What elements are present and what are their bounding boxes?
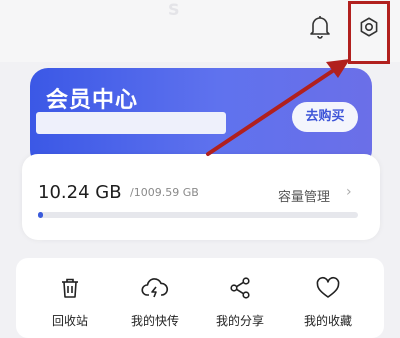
heart-icon bbox=[316, 276, 340, 298]
tool-label: 我的收藏 bbox=[303, 314, 352, 328]
share-icon bbox=[230, 277, 250, 299]
annotation-highlight-box bbox=[348, 1, 390, 64]
tool-my-share[interactable]: 我的分享 bbox=[210, 276, 270, 329]
storage-progress-fill bbox=[38, 212, 43, 218]
storage-total: /1009.59 GB bbox=[130, 186, 199, 199]
vip-subtitle-blurred bbox=[36, 112, 226, 134]
bell-icon[interactable] bbox=[308, 14, 332, 40]
vip-center-card[interactable]: 会员中心 去购买 bbox=[30, 68, 372, 168]
tool-label: 我的分享 bbox=[215, 314, 264, 328]
cloud-transfer-icon bbox=[141, 278, 169, 298]
tool-quick-transfer[interactable]: 我的快传 bbox=[125, 276, 185, 329]
storage-progress-bar bbox=[38, 212, 358, 218]
tool-my-favorites[interactable]: 我的收藏 bbox=[298, 276, 358, 329]
capacity-manage-link[interactable]: 容量管理 bbox=[278, 186, 330, 205]
tool-recycle-bin[interactable]: 回收站 bbox=[40, 276, 100, 329]
tool-label: 我的快传 bbox=[130, 314, 179, 328]
vip-title: 会员中心 bbox=[46, 88, 139, 113]
top-bar: S bbox=[0, 0, 400, 62]
chevron-right-icon: › bbox=[346, 184, 352, 200]
tools-row: 回收站 我的快传 我的分享 我的收藏 bbox=[16, 258, 384, 338]
buy-button[interactable]: 去购买 bbox=[292, 102, 358, 132]
tool-label: 回收站 bbox=[51, 314, 88, 328]
page-title: S bbox=[168, 0, 181, 19]
trash-icon bbox=[62, 278, 78, 298]
storage-card[interactable]: 10.24 GB /1009.59 GB 容量管理 › bbox=[22, 154, 380, 240]
storage-used: 10.24 GB bbox=[38, 182, 122, 203]
